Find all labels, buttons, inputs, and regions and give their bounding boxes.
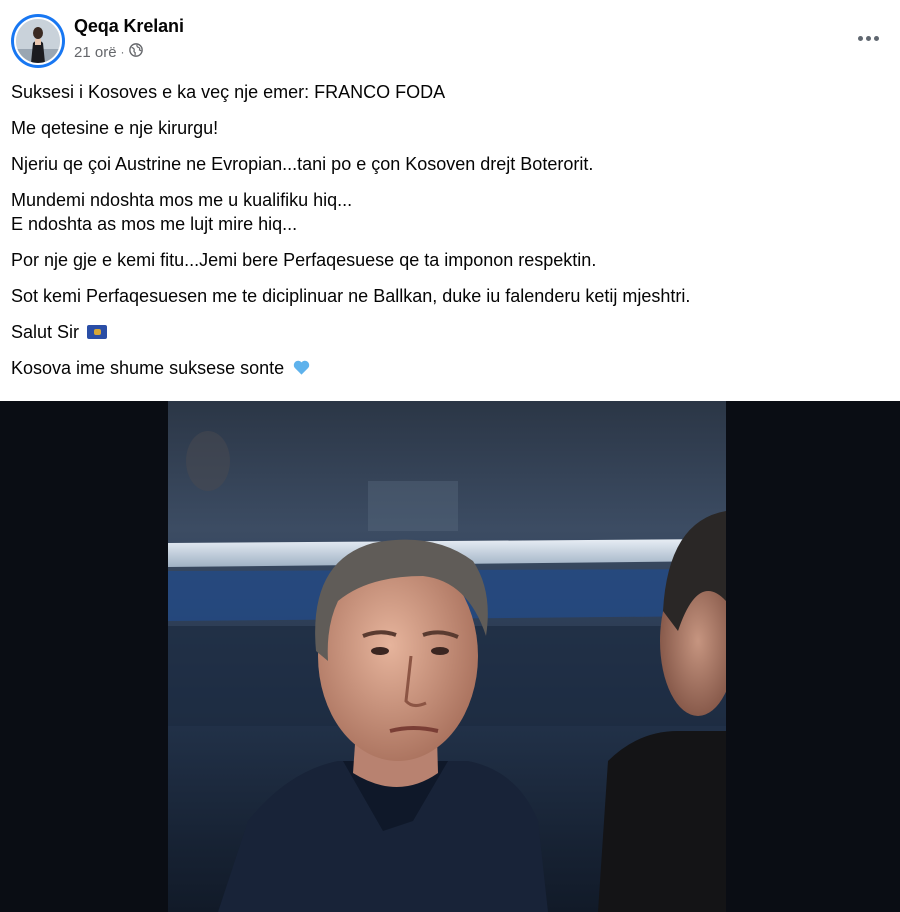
more-options-icon[interactable] bbox=[855, 30, 881, 46]
post-meta: 21 orë · bbox=[74, 43, 143, 61]
post-header: Qeqa Krelani 21 orë · bbox=[11, 14, 891, 68]
dot bbox=[857, 35, 863, 41]
kosovo-flag-icon bbox=[87, 325, 108, 339]
paragraph: Kosova ime shume suksese sonte bbox=[11, 356, 891, 380]
avatar-image bbox=[14, 17, 62, 65]
dot bbox=[865, 35, 871, 41]
closing-text: Kosova ime shume suksese sonte bbox=[11, 358, 285, 378]
facebook-post: Qeqa Krelani 21 orë · Suksesi i Kosoves … bbox=[0, 0, 900, 912]
paragraph: Sot kemi Perfaqesuesen me te diciplinuar… bbox=[11, 286, 691, 306]
globe-icon[interactable] bbox=[128, 43, 143, 61]
paragraph: Salut Sir bbox=[11, 320, 891, 344]
paragraph: Por nje gje e kemi fitu...Jemi bere Perf… bbox=[11, 250, 597, 270]
separator-dot: · bbox=[120, 45, 125, 59]
dot bbox=[873, 35, 879, 41]
paragraph: Suksesi i Kosoves e ka veç nje emer: FRA… bbox=[11, 82, 446, 102]
paragraph: Njeriu qe çoi Austrine ne Evropian...tan… bbox=[11, 154, 594, 174]
photo-image bbox=[168, 401, 726, 912]
author-name[interactable]: Qeqa Krelani bbox=[74, 16, 184, 37]
blue-heart-icon bbox=[293, 360, 310, 375]
post-photo[interactable] bbox=[0, 401, 900, 912]
paragraph-line: Mundemi ndoshta mos me u kualifiku hiq..… bbox=[11, 190, 353, 210]
paragraph-line: E ndoshta as mos me lujt mire hiq... bbox=[11, 214, 298, 234]
paragraph-group: Mundemi ndoshta mos me u kualifiku hiq..… bbox=[11, 188, 891, 236]
salute-text: Salut Sir bbox=[11, 322, 80, 342]
paragraph: Me qetesine e nje kirurgu! bbox=[11, 118, 219, 138]
author-avatar[interactable] bbox=[11, 14, 65, 68]
post-time[interactable]: 21 orë bbox=[74, 44, 117, 61]
post-text: Suksesi i Kosoves e ka veç nje emer: FRA… bbox=[11, 80, 891, 392]
